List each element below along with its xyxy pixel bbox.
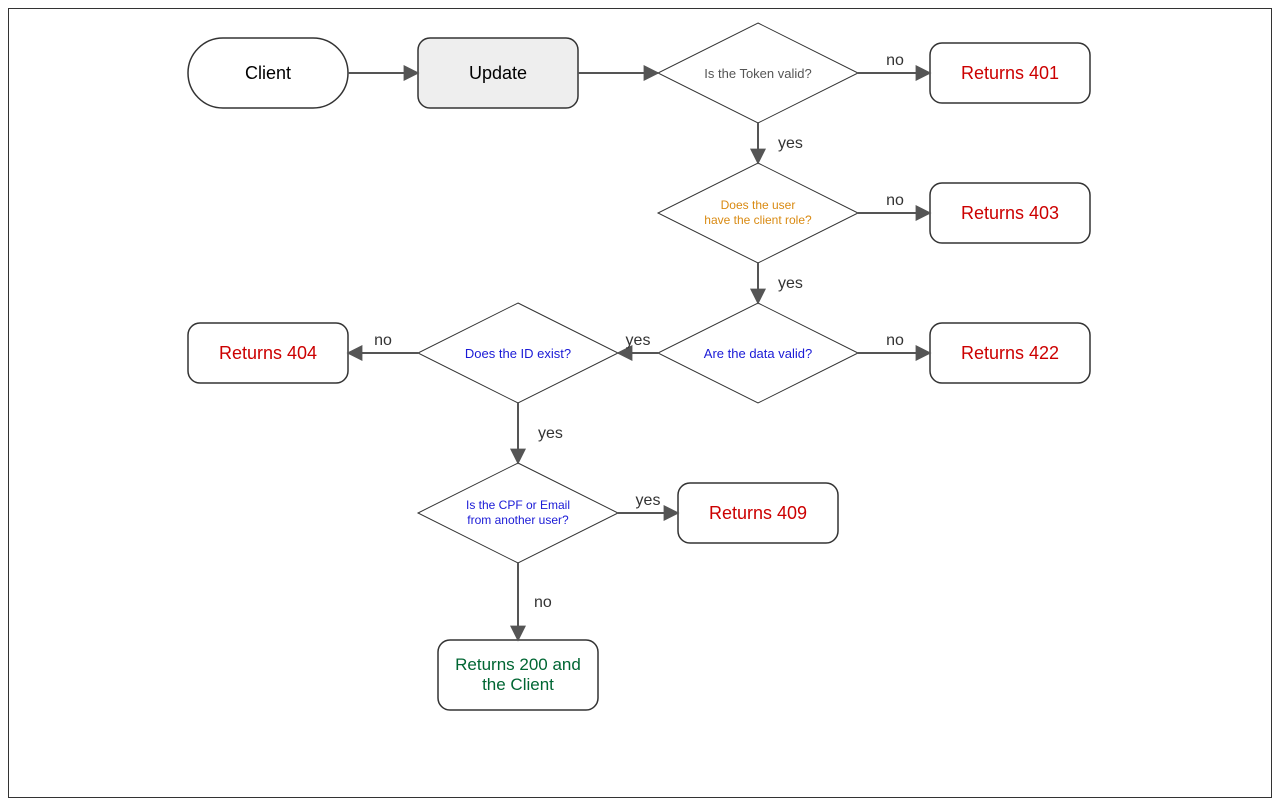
node-user-role-line2: have the client role? xyxy=(704,213,812,227)
node-returns-422: Returns 422 xyxy=(930,323,1090,383)
node-returns-404-label: Returns 404 xyxy=(219,343,317,363)
node-returns-200-line2: the Client xyxy=(482,675,554,694)
node-update-label: Update xyxy=(469,63,527,83)
node-cpf-email-line2: from another user? xyxy=(467,513,569,527)
edge-token-role-label: yes xyxy=(778,135,803,152)
node-token-valid: Is the Token valid? xyxy=(658,23,858,123)
node-returns-422-label: Returns 422 xyxy=(961,343,1059,363)
node-update: Update xyxy=(418,38,578,108)
node-returns-403-label: Returns 403 xyxy=(961,203,1059,223)
edge-data-422-label: no xyxy=(886,332,904,349)
node-user-role-line1: Does the user xyxy=(721,198,796,212)
node-client-label: Client xyxy=(245,63,291,83)
edge-token-401-label: no xyxy=(886,52,904,69)
node-id-exist: Does the ID exist? xyxy=(418,303,618,403)
node-user-role: Does the user have the client role? xyxy=(658,163,858,263)
node-data-valid-label: Are the data valid? xyxy=(704,346,812,361)
node-returns-409: Returns 409 xyxy=(678,483,838,543)
node-id-exist-label: Does the ID exist? xyxy=(465,346,571,361)
edge-id-404-label: no xyxy=(374,332,392,349)
node-client: Client xyxy=(188,38,348,108)
flowchart-svg: Client Update Is the Token valid? Return… xyxy=(0,0,1282,808)
node-cpf-email: Is the CPF or Email from another user? xyxy=(418,463,618,563)
node-returns-200-line1: Returns 200 and xyxy=(455,655,581,674)
edge-role-403-label: no xyxy=(886,192,904,209)
edge-cpf-200-label: no xyxy=(534,594,552,611)
node-returns-401: Returns 401 xyxy=(930,43,1090,103)
node-returns-404: Returns 404 xyxy=(188,323,348,383)
node-token-valid-label: Is the Token valid? xyxy=(704,66,811,81)
edge-id-cpf-label: yes xyxy=(538,425,563,442)
edge-data-id-label: yes xyxy=(626,332,651,349)
edge-role-data-label: yes xyxy=(778,275,803,292)
node-returns-401-label: Returns 401 xyxy=(961,63,1059,83)
node-returns-409-label: Returns 409 xyxy=(709,503,807,523)
node-cpf-email-line1: Is the CPF or Email xyxy=(466,498,570,512)
node-returns-200: Returns 200 and the Client xyxy=(438,640,598,710)
node-returns-403: Returns 403 xyxy=(930,183,1090,243)
edge-cpf-409-label: yes xyxy=(636,492,661,509)
node-data-valid: Are the data valid? xyxy=(658,303,858,403)
